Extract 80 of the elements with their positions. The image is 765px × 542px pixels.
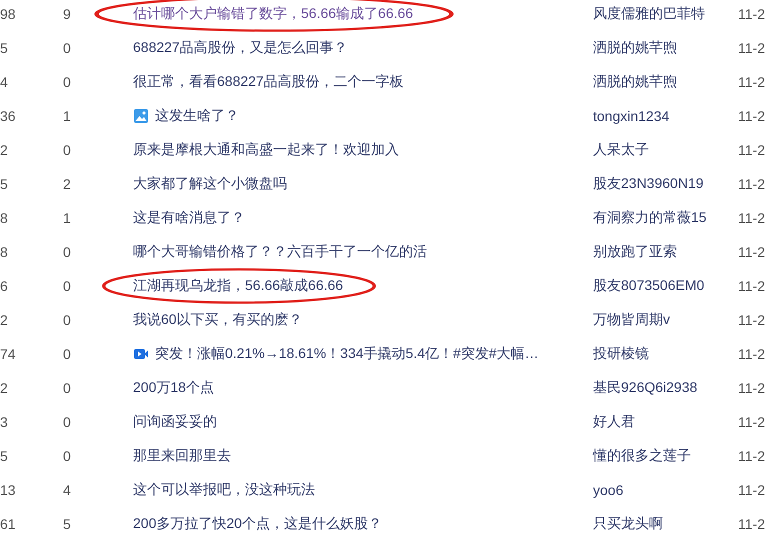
reply-count: 0	[63, 244, 72, 260]
post-date: 11-2	[738, 6, 765, 22]
reply-count: 0	[63, 40, 72, 56]
post-date: 11-2	[738, 278, 765, 294]
post-date: 11-2	[738, 482, 765, 498]
post-date: 11-2	[738, 40, 765, 56]
reply-count: 1	[63, 210, 72, 226]
read-count: 3	[0, 414, 9, 430]
post-title-link[interactable]: 这个可以举报吧，没这种玩法	[133, 481, 315, 499]
post-title-link[interactable]: 200多万拉了快20个点，这是什么妖股？	[133, 515, 382, 533]
post-title-link[interactable]: 大家都了解这个小微盘吗	[133, 175, 287, 193]
reply-count: 0	[63, 448, 72, 464]
read-count: 61	[0, 516, 17, 532]
post-title-link[interactable]: 200万18个点	[133, 379, 214, 397]
author-link[interactable]: 投研棱镜	[593, 345, 738, 363]
image-icon	[133, 108, 149, 124]
reply-count: 4	[63, 482, 72, 498]
author-link[interactable]: 别放跑了亚索	[593, 243, 738, 261]
read-count: 2	[0, 380, 9, 396]
post-date: 11-2	[738, 108, 765, 124]
read-count: 2	[0, 142, 9, 158]
read-count: 2	[0, 312, 9, 328]
post-date: 11-2	[738, 516, 765, 532]
post-date: 11-2	[738, 210, 765, 226]
read-count: 98	[0, 6, 17, 22]
read-count: 4	[0, 74, 9, 90]
author-link[interactable]: 洒脱的姚芊煦	[593, 39, 738, 57]
reply-count: 0	[63, 278, 72, 294]
post-date: 11-2	[738, 74, 765, 90]
author-link[interactable]: tongxin1234	[593, 108, 738, 124]
read-count: 5	[0, 40, 9, 56]
read-count: 8	[0, 244, 9, 260]
post-date: 11-2	[738, 346, 765, 362]
read-count: 74	[0, 346, 17, 362]
reply-count: 2	[63, 176, 72, 192]
post-title-link[interactable]: 突发！涨幅0.21%→18.61%！334手撬动5.4亿！#突发#大幅…	[155, 345, 539, 363]
author-link[interactable]: 万物皆周期v	[593, 311, 738, 329]
author-link[interactable]: 懂的很多之莲子	[593, 447, 738, 465]
read-count: 8	[0, 210, 9, 226]
author-link[interactable]: 股友8073506EM0	[593, 277, 738, 295]
author-link[interactable]: yoo6	[593, 482, 738, 498]
post-date: 11-2	[738, 142, 765, 158]
author-link[interactable]: 只买龙头啊	[593, 515, 738, 533]
post-title-link[interactable]: 很正常，看看688227品高股份，二个一字板	[133, 73, 404, 91]
author-link[interactable]: 股友23N3960N19	[593, 175, 738, 193]
post-date: 11-2	[738, 380, 765, 396]
reply-count: 5	[63, 516, 72, 532]
reply-count: 0	[63, 346, 72, 362]
post-title-link[interactable]: 这是有啥消息了？	[133, 209, 245, 227]
post-title-link[interactable]: 原来是摩根大通和高盛一起来了！欢迎加入	[133, 141, 399, 159]
reply-count: 1	[63, 108, 72, 124]
author-link[interactable]: 洒脱的姚芊煦	[593, 73, 738, 91]
author-link[interactable]: 好人君	[593, 413, 738, 431]
read-count: 5	[0, 448, 9, 464]
read-count: 5	[0, 176, 9, 192]
post-date: 11-2	[738, 244, 765, 260]
read-count: 36	[0, 108, 17, 124]
reply-count: 0	[63, 74, 72, 90]
read-count: 13	[0, 482, 17, 498]
author-link[interactable]: 基民926Q6i2938	[593, 379, 738, 397]
reply-count: 0	[63, 414, 72, 430]
reply-count: 0	[63, 142, 72, 158]
reply-count: 0	[63, 312, 72, 328]
post-title-link[interactable]: 688227品高股份，又是怎么回事？	[133, 39, 348, 57]
post-date: 11-2	[738, 176, 765, 192]
reply-count: 0	[63, 380, 72, 396]
author-link[interactable]: 人呆太子	[593, 141, 738, 159]
post-title-link[interactable]: 哪个大哥输错价格了？？六百手干了一个亿的活	[133, 243, 427, 261]
post-date: 11-2	[738, 414, 765, 430]
author-link[interactable]: 有洞察力的常薇15	[593, 209, 738, 227]
author-link[interactable]: 风度儒雅的巴菲特	[593, 5, 738, 23]
post-date: 11-2	[738, 448, 765, 464]
read-count: 6	[0, 278, 9, 294]
post-title-link[interactable]: 那里来回那里去	[133, 447, 231, 465]
post-title-link[interactable]: 我说60以下买，有买的麽？	[133, 311, 303, 329]
reply-count: 9	[63, 6, 72, 22]
video-icon	[133, 346, 149, 362]
post-title-link[interactable]: 问询函妥妥的	[133, 413, 217, 431]
post-date: 11-2	[738, 312, 765, 328]
post-title-link[interactable]: 这发生啥了？	[155, 107, 239, 125]
